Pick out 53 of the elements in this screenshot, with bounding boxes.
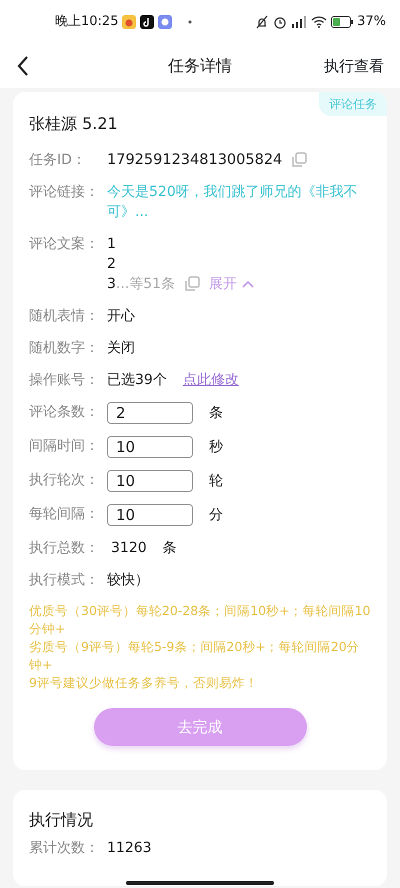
- bell-off-icon: [255, 15, 270, 29]
- field-label: 间隔时间：: [29, 437, 100, 456]
- comment-line: 3...等51条: [107, 275, 176, 294]
- field-label: 评论条数：: [29, 403, 100, 422]
- field-label: 操作账号：: [29, 371, 100, 390]
- comment-line: 2: [107, 255, 117, 274]
- dot-icon: [188, 20, 192, 24]
- input-field[interactable]: 10: [107, 470, 193, 492]
- field-value: 开心: [107, 307, 135, 326]
- input-field[interactable]: 10: [107, 504, 193, 526]
- task-type-tag: 评论任务: [319, 92, 387, 116]
- comment-line: 1: [107, 235, 117, 254]
- wifi-icon: [311, 16, 328, 28]
- field-value: 关闭: [107, 339, 135, 358]
- field-label: 任务ID：: [29, 151, 87, 170]
- field-label: 执行总数：: [29, 539, 100, 558]
- alarm-icon: [273, 15, 288, 29]
- chevron-up-icon: [241, 279, 256, 289]
- page-title: 任务详情: [168, 55, 232, 77]
- field-value: 已选39个: [107, 371, 167, 390]
- task-title: 张桂源 5.21: [29, 113, 118, 135]
- unit-label: 分: [209, 506, 223, 525]
- copy-icon[interactable]: [290, 151, 308, 169]
- unit-label: 秒: [209, 438, 223, 457]
- field-label: 评论链接：: [29, 183, 100, 202]
- unit-label: 轮: [209, 472, 223, 491]
- field-label: 评论文案：: [29, 235, 100, 254]
- field-label: 累计次数：: [29, 839, 100, 858]
- tip-text: 劣质号（9评号）每轮5-9条；间隔20秒+；每轮间隔20分钟+: [29, 638, 361, 674]
- field-label: 执行轮次：: [29, 471, 100, 490]
- input-field[interactable]: 10: [107, 436, 193, 458]
- execution-view-link[interactable]: 执行查看: [324, 54, 384, 78]
- battery-icon: [331, 16, 354, 28]
- field-label: 执行模式：: [29, 571, 100, 590]
- tip-text: 9评号建议少做任务多养号，否则易炸！: [29, 674, 259, 692]
- unit-label: 条: [162, 539, 177, 558]
- unit-label: 条: [209, 404, 223, 423]
- field-value: 较快）: [107, 571, 149, 590]
- battery-level: 37%: [357, 13, 386, 32]
- section-title: 执行情况: [29, 809, 94, 831]
- signal-icon: [291, 16, 308, 28]
- back-icon[interactable]: [16, 55, 30, 77]
- field-label: 每轮间隔：: [29, 505, 100, 524]
- input-field[interactable]: 2: [107, 402, 193, 424]
- field-label: 随机表情：: [29, 307, 100, 326]
- status-time: 晚上10:25: [55, 13, 118, 32]
- home-indicator[interactable]: [126, 881, 274, 885]
- field-label: 随机数字：: [29, 339, 100, 358]
- field-value: 11263: [107, 839, 152, 858]
- tip-text: 优质号（30评号）每轮20-28条；间隔10秒+；每轮间隔10分钟+: [29, 602, 371, 638]
- field-value: 1792591234813005824: [107, 151, 282, 170]
- copy-icon[interactable]: [183, 275, 202, 293]
- field-value: 3120: [111, 539, 147, 558]
